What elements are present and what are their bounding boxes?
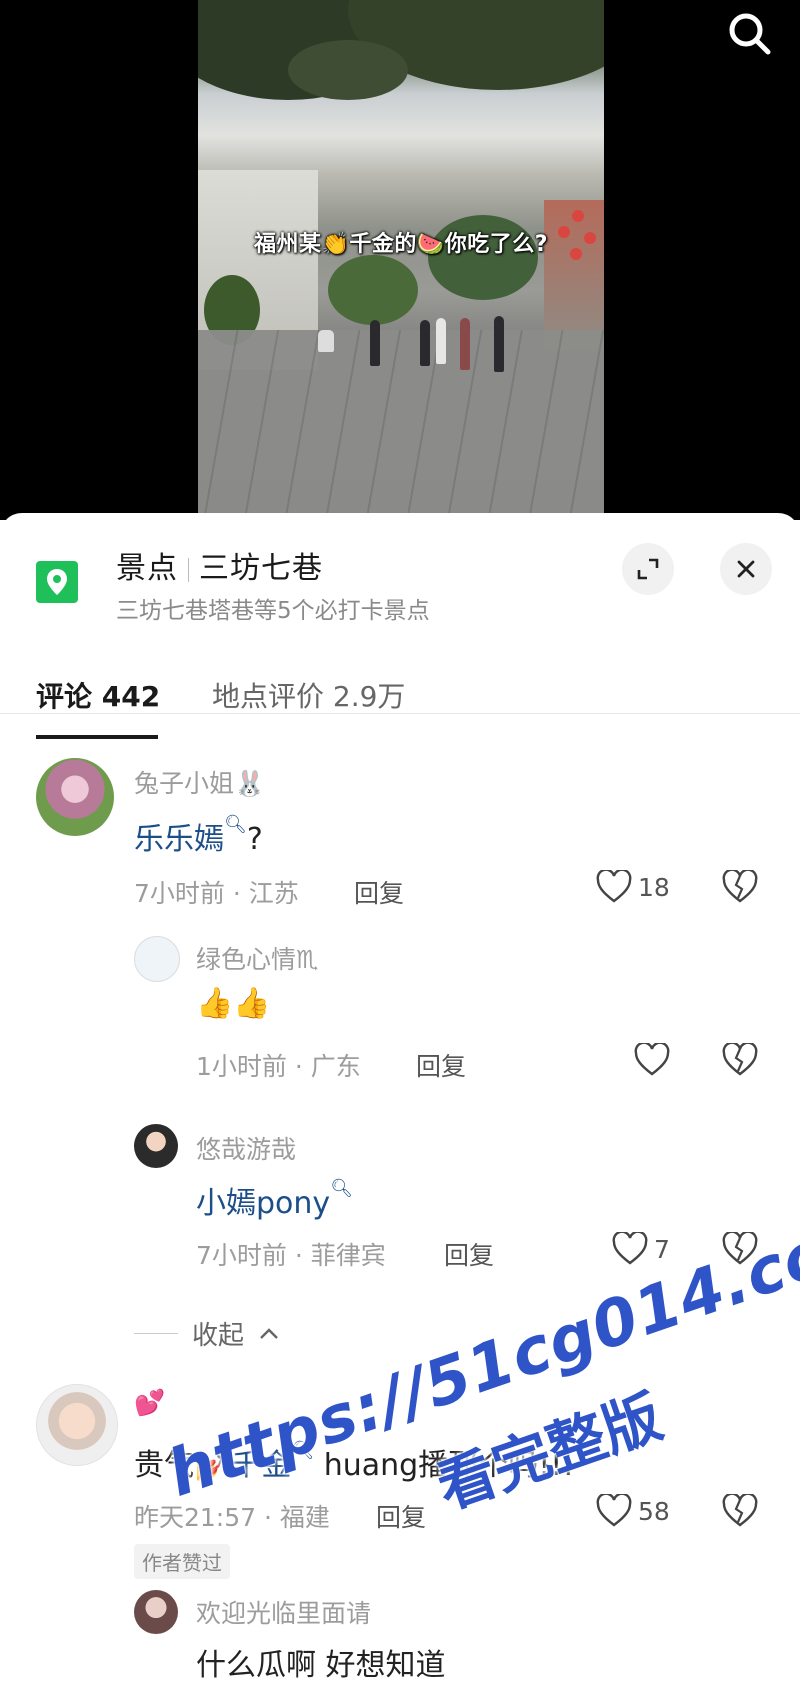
mention-link[interactable]: 乐乐嫣 bbox=[134, 822, 224, 857]
location-category: 景点 bbox=[116, 551, 178, 586]
comment-text: 小嫣pony🔍︎ bbox=[196, 1178, 353, 1222]
heart-icon bbox=[596, 870, 632, 903]
expand-button[interactable] bbox=[622, 543, 674, 595]
avatar[interactable] bbox=[134, 1590, 178, 1634]
comment-username[interactable]: 绿色心情♏︎ bbox=[196, 940, 318, 976]
author-liked-badge: 作者赞过 bbox=[134, 1544, 230, 1579]
location-subtitle[interactable]: 三坊七巷塔巷等5个必打卡景点 bbox=[116, 591, 430, 625]
heart-icon bbox=[634, 1043, 670, 1076]
comment-text: 什么瓜啊 好想知道 bbox=[196, 1648, 446, 1683]
dislike-button[interactable] bbox=[722, 868, 758, 908]
like-button[interactable]: 18 bbox=[596, 870, 670, 904]
video-player[interactable]: 福州某👏千金的🍉你吃了么? bbox=[0, 0, 800, 520]
reply-button[interactable]: 回复 bbox=[376, 1498, 426, 1534]
location-name: 三坊七巷 bbox=[199, 551, 323, 586]
search-icon: 🔍︎ bbox=[224, 814, 247, 835]
comment-time-location: 1小时前 · 广东 bbox=[196, 1052, 361, 1081]
video-frame bbox=[198, 0, 604, 520]
comment-username[interactable]: 欢迎光临里面请 bbox=[196, 1594, 371, 1630]
comment-username[interactable]: 悠哉游哉 bbox=[196, 1130, 296, 1166]
close-icon bbox=[737, 560, 755, 578]
collapse-label: 收起 bbox=[192, 1321, 245, 1351]
divider bbox=[134, 1333, 178, 1334]
heart-icon bbox=[612, 1232, 648, 1265]
avatar[interactable] bbox=[36, 758, 114, 836]
reply-button[interactable]: 回复 bbox=[444, 1236, 494, 1272]
chevron-up-icon bbox=[260, 1327, 278, 1339]
like-button[interactable] bbox=[634, 1043, 676, 1077]
expand-icon bbox=[637, 558, 659, 580]
reply-button[interactable]: 回复 bbox=[416, 1047, 466, 1083]
collapse-replies-button[interactable]: 收起 bbox=[134, 1315, 280, 1352]
tab-active-indicator bbox=[36, 735, 158, 739]
search-icon[interactable] bbox=[722, 6, 778, 62]
like-button[interactable]: 58 bbox=[596, 1494, 670, 1528]
mention-link[interactable]: 小嫣pony bbox=[196, 1186, 330, 1221]
reply-button[interactable]: 回复 bbox=[354, 874, 404, 910]
location-pin-icon bbox=[36, 561, 78, 603]
comment-text: 👍👍 bbox=[196, 986, 271, 1021]
comment-username[interactable]: 兔子小姐🐰 bbox=[134, 764, 265, 800]
avatar[interactable] bbox=[134, 936, 180, 982]
comment-time-location: 昨天21:57 · 福建 bbox=[134, 1503, 330, 1532]
dislike-button[interactable] bbox=[722, 1492, 758, 1532]
comment-text: 乐乐嫣🔍︎? bbox=[134, 814, 263, 857]
like-count: 18 bbox=[638, 872, 670, 902]
tab-comments[interactable]: 评论 442 bbox=[36, 675, 160, 715]
like-count: 7 bbox=[654, 1234, 670, 1264]
video-caption: 福州某👏千金的🍉你吃了么? bbox=[253, 232, 549, 257]
avatar[interactable] bbox=[134, 1124, 178, 1168]
tab-bar: 评论 442 地点评价 2.9万 bbox=[0, 653, 800, 714]
close-button[interactable] bbox=[720, 543, 772, 595]
broken-heart-icon bbox=[722, 1492, 758, 1527]
broken-heart-icon bbox=[722, 868, 758, 903]
comment-time-location: 7小时前 · 菲律宾 bbox=[196, 1241, 386, 1270]
location-title[interactable]: 景点 三坊七巷 bbox=[116, 543, 323, 587]
like-count: 58 bbox=[638, 1496, 670, 1526]
like-button[interactable]: 7 bbox=[612, 1232, 670, 1266]
dislike-button[interactable] bbox=[722, 1041, 758, 1081]
comment-username[interactable]: 💕 bbox=[134, 1388, 165, 1418]
tab-place-reviews[interactable]: 地点评价 2.9万 bbox=[212, 675, 405, 715]
search-icon: 🔍︎ bbox=[330, 1178, 354, 1199]
broken-heart-icon bbox=[722, 1041, 758, 1076]
avatar[interactable] bbox=[36, 1384, 118, 1466]
heart-icon bbox=[596, 1494, 632, 1527]
comment-time-location: 7小时前 · 江苏 bbox=[134, 879, 299, 908]
